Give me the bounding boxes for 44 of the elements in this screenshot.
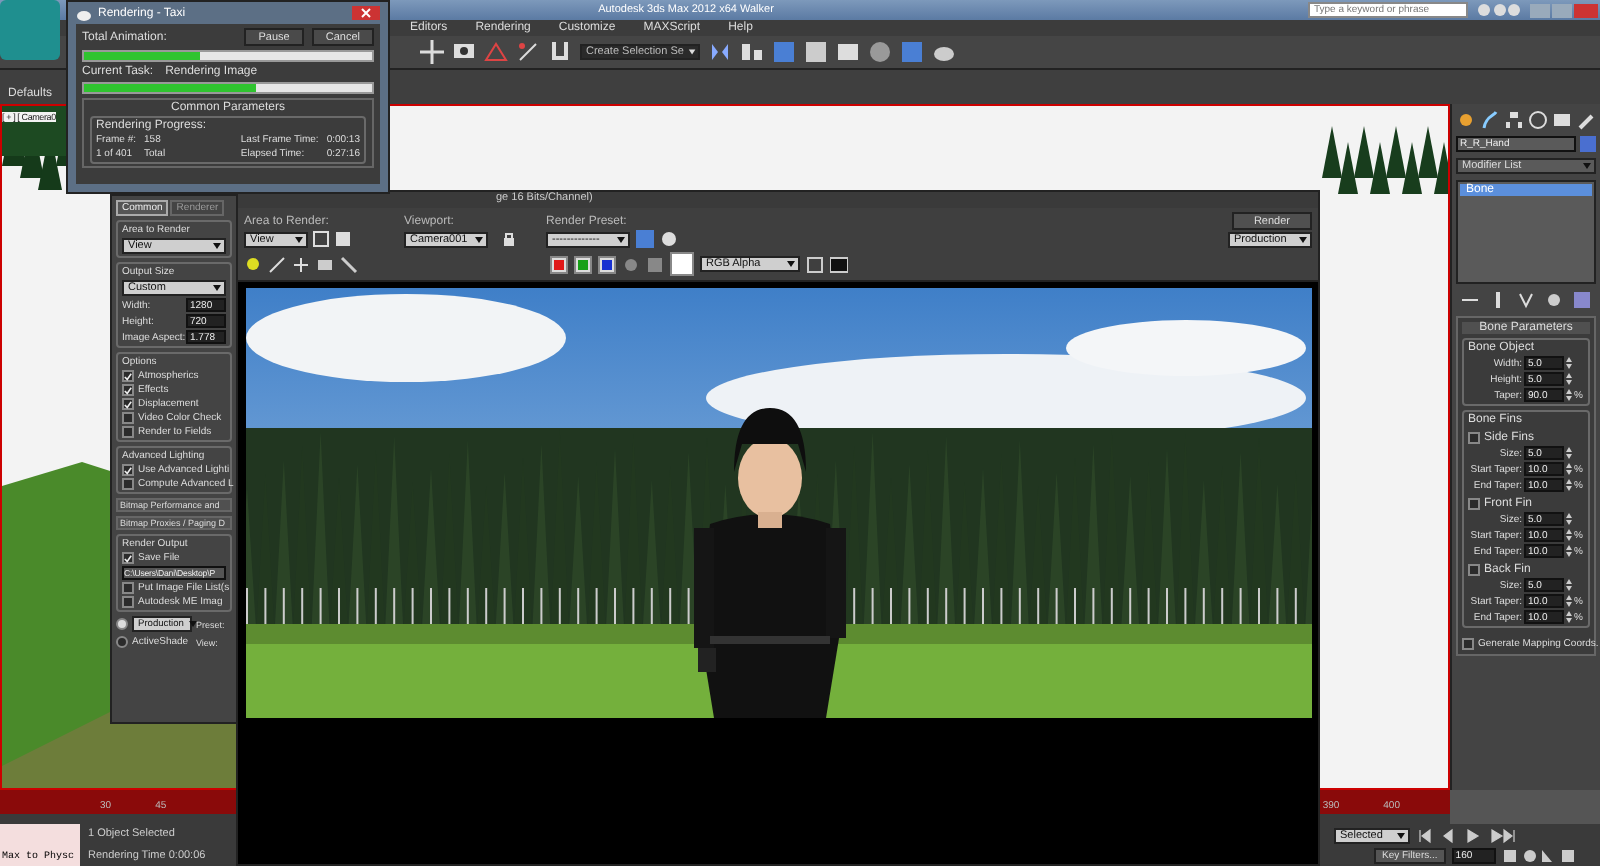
checkbox[interactable]	[1468, 498, 1480, 510]
hierarchy-icon	[1504, 110, 1524, 130]
checkbox[interactable]	[122, 370, 134, 382]
checkbox[interactable]	[1468, 564, 1480, 576]
checkbox[interactable]	[122, 552, 134, 564]
checkbox[interactable]	[122, 412, 134, 424]
checkbox[interactable]	[122, 582, 134, 594]
channel-toggle[interactable]	[550, 255, 568, 273]
checkbox[interactable]	[122, 384, 134, 396]
caret-icon	[1298, 236, 1308, 244]
caret-icon	[474, 235, 484, 243]
caret-icon	[616, 235, 626, 243]
checkbox[interactable]	[1462, 638, 1474, 650]
window-controls-icon	[1528, 1, 1600, 19]
app-logo-icon	[0, 0, 60, 60]
radio-button[interactable]	[116, 618, 128, 630]
channel-toggle[interactable]	[574, 255, 592, 273]
align-icon	[740, 40, 764, 64]
checkbox[interactable]	[122, 426, 134, 438]
close-icon	[352, 6, 380, 20]
caret-icon	[187, 620, 198, 628]
caret-icon	[212, 242, 222, 250]
caret-icon	[294, 235, 304, 243]
mirror-icon	[708, 40, 732, 64]
checkmark-icon	[124, 465, 132, 475]
caret-icon	[212, 284, 222, 292]
checkbox[interactable]	[122, 478, 134, 490]
move-icon	[420, 40, 444, 64]
checkmark-icon	[124, 553, 132, 563]
pine-trees-drawing	[1322, 126, 1448, 194]
checkbox[interactable]	[122, 464, 134, 476]
pan-icon	[292, 255, 310, 273]
caret-icon	[1396, 832, 1406, 840]
checkbox[interactable]	[1468, 432, 1480, 444]
color-swatch[interactable]	[670, 252, 694, 276]
channel-toggle[interactable]	[598, 255, 616, 273]
caret-icon	[687, 48, 696, 56]
caret-icon	[1582, 162, 1592, 170]
checkbox[interactable]	[122, 398, 134, 410]
object-color-swatch[interactable]	[1580, 136, 1596, 152]
checkbox[interactable]	[122, 596, 134, 608]
lock-icon	[500, 230, 518, 248]
radio-button[interactable]	[116, 636, 128, 648]
caret-icon	[786, 260, 796, 268]
